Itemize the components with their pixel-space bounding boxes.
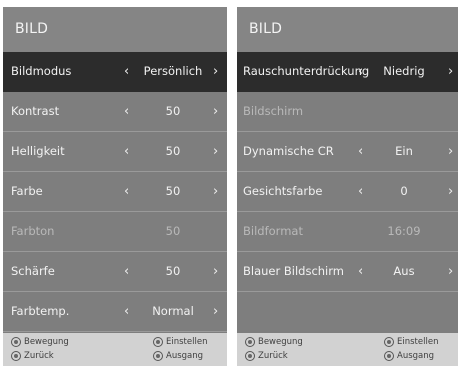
adjust-key-icon <box>153 337 163 347</box>
menu-row-dynamische-cr[interactable]: Dynamische CR ‹ Ein › <box>237 132 458 172</box>
row-label: Farbe <box>11 184 43 198</box>
key-hints-footer: Bewegung Zurück Einstellen Ausgang <box>3 333 227 366</box>
menu-row-farbtemp[interactable]: Farbtemp. ‹ Normal › <box>3 292 227 332</box>
hint-exit-label: Ausgang <box>166 351 204 361</box>
exit-key-icon <box>384 351 394 361</box>
row-value: 50 <box>165 104 181 118</box>
hint-back: Zurück <box>245 351 288 361</box>
hint-exit-label: Ausgang <box>397 351 435 361</box>
menu-row-rauschunterdrueckung[interactable]: Rauschunterdrückung ‹ Niedrig › <box>237 52 458 92</box>
row-value: Ein <box>395 144 413 158</box>
row-label: Bildformat <box>243 224 303 238</box>
menu-row-farbton: Farbton 50 <box>3 212 227 252</box>
menu-title: BILD <box>3 7 227 52</box>
hint-move-label: Bewegung <box>24 337 69 347</box>
row-label: Schärfe <box>11 264 55 278</box>
picture-menu-panel-left: BILD Bildmodus ‹ Persönlich › Kontrast ‹… <box>3 7 227 366</box>
menu-list: Bildmodus ‹ Persönlich › Kontrast ‹ 50 ›… <box>3 52 227 332</box>
menu-row-bildformat: Bildformat 16:09 <box>237 212 458 252</box>
row-label: Rauschunterdrückung <box>243 64 370 78</box>
row-label: Blauer Bildschirm <box>243 264 344 278</box>
chevron-right-icon[interactable]: › <box>213 92 218 131</box>
menu-row-gesichtsfarbe[interactable]: Gesichtsfarbe ‹ 0 › <box>237 172 458 212</box>
row-label: Bildschirm <box>243 104 304 118</box>
chevron-right-icon[interactable]: › <box>213 292 218 331</box>
hint-adjust-label: Einstellen <box>166 337 208 347</box>
hint-exit: Ausgang <box>153 351 203 361</box>
row-value: Persönlich <box>143 64 203 78</box>
row-label: Farbton <box>11 224 55 238</box>
hint-adjust: Einstellen <box>384 337 438 347</box>
menu-row-helligkeit[interactable]: Helligkeit ‹ 50 › <box>3 132 227 172</box>
menu-list: Rauschunterdrückung ‹ Niedrig › Bildschi… <box>237 52 458 292</box>
chevron-right-icon[interactable]: › <box>213 252 218 291</box>
chevron-right-icon[interactable]: › <box>448 132 453 171</box>
hint-move-label: Bewegung <box>258 337 303 347</box>
chevron-left-icon[interactable]: ‹ <box>358 172 363 211</box>
hint-adjust-label: Einstellen <box>397 337 439 347</box>
menu-title: BILD <box>237 7 458 52</box>
back-key-icon <box>11 351 21 361</box>
navigation-key-icon <box>11 337 21 347</box>
picture-menu-panel-right: BILD Rauschunterdrückung ‹ Niedrig › Bil… <box>237 7 458 366</box>
chevron-right-icon[interactable]: › <box>448 172 453 211</box>
row-label: Bildmodus <box>11 64 72 78</box>
row-value: 50 <box>165 224 181 238</box>
hint-exit: Ausgang <box>384 351 434 361</box>
chevron-right-icon[interactable]: › <box>448 252 453 291</box>
menu-row-farbe[interactable]: Farbe ‹ 50 › <box>3 172 227 212</box>
hint-back: Zurück <box>11 351 54 361</box>
row-value: 50 <box>165 184 181 198</box>
hint-move: Bewegung <box>11 337 69 347</box>
adjust-key-icon <box>384 337 394 347</box>
chevron-left-icon[interactable]: ‹ <box>124 172 129 211</box>
row-label: Farbtemp. <box>11 304 70 318</box>
row-value: 0 <box>400 184 408 198</box>
chevron-left-icon[interactable]: ‹ <box>124 132 129 171</box>
chevron-left-icon[interactable]: ‹ <box>124 92 129 131</box>
chevron-left-icon[interactable]: ‹ <box>358 132 363 171</box>
chevron-right-icon[interactable]: › <box>213 52 218 91</box>
chevron-right-icon[interactable]: › <box>213 172 218 211</box>
row-label: Kontrast <box>11 104 60 118</box>
chevron-right-icon[interactable]: › <box>448 52 453 91</box>
row-value: Niedrig <box>383 64 425 78</box>
row-value: 16:09 <box>387 224 421 238</box>
hint-back-label: Zurück <box>258 351 288 361</box>
row-value: Normal <box>152 304 194 318</box>
chevron-right-icon[interactable]: › <box>213 132 218 171</box>
exit-key-icon <box>153 351 163 361</box>
back-key-icon <box>245 351 255 361</box>
menu-row-bildschirm: Bildschirm <box>237 92 458 132</box>
chevron-left-icon[interactable]: ‹ <box>124 292 129 331</box>
menu-row-kontrast[interactable]: Kontrast ‹ 50 › <box>3 92 227 132</box>
chevron-left-icon[interactable]: ‹ <box>124 52 129 91</box>
chevron-left-icon[interactable]: ‹ <box>124 252 129 291</box>
chevron-left-icon[interactable]: ‹ <box>358 252 363 291</box>
row-value: Aus <box>393 264 415 278</box>
chevron-left-icon[interactable]: ‹ <box>358 52 363 91</box>
key-hints-footer: Bewegung Zurück Einstellen Ausgang <box>237 333 458 366</box>
menu-row-blauer-bildschirm[interactable]: Blauer Bildschirm ‹ Aus › <box>237 252 458 292</box>
hint-adjust: Einstellen <box>153 337 207 347</box>
row-value: 50 <box>165 144 181 158</box>
hint-back-label: Zurück <box>24 351 54 361</box>
menu-row-schaerfe[interactable]: Schärfe ‹ 50 › <box>3 252 227 292</box>
row-value: 50 <box>165 264 181 278</box>
row-label: Dynamische CR <box>243 144 334 158</box>
navigation-key-icon <box>245 337 255 347</box>
row-label: Gesichtsfarbe <box>243 184 323 198</box>
hint-move: Bewegung <box>245 337 303 347</box>
row-label: Helligkeit <box>11 144 65 158</box>
menu-row-bildmodus[interactable]: Bildmodus ‹ Persönlich › <box>3 52 227 92</box>
